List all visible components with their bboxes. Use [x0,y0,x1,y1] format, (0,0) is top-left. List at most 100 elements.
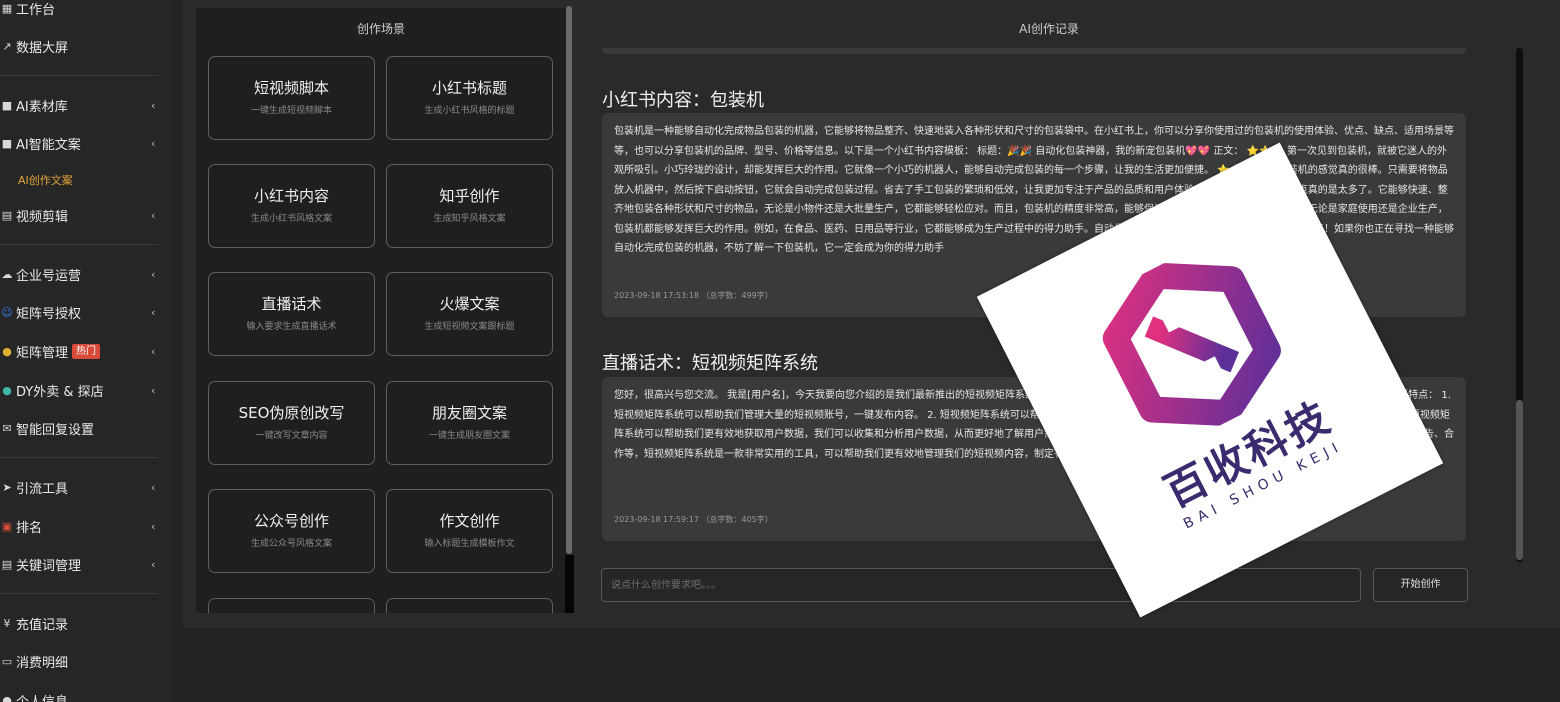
sidebar-item-label: AI素材库 [16,99,68,115]
sidebar-item-label: 引流工具 [16,481,69,497]
sidebar-divider [0,593,158,594]
sidebar-item-workbench[interactable]: ▦ 工作台 [0,0,172,22]
sidebar-item-label: 视频剪辑 [16,209,69,225]
sidebar-item-recharge[interactable]: ¥ 充值记录 [0,609,172,637]
sidebar-item-label: 排名 [16,520,43,536]
sidebar-item-label: 企业号运营 [16,268,82,284]
card-subtitle: 一键生成短视频脚本 [250,106,332,116]
chevron-left-icon: ‹ [151,480,156,494]
scene-card-partial[interactable] [208,598,375,613]
user-icon: ☺ [1,305,13,319]
rank-icon: ▣ [1,519,13,533]
chevron-left-icon: ‹ [151,383,156,397]
chevron-left-icon: ‹ [151,519,156,533]
sidebar-divider [0,244,158,245]
scene-card-seo-rewrite[interactable]: SEO伪原创改写 一键改写文章内容 [208,381,375,465]
scene-card-hot-copy[interactable]: 火爆文案 生成短视频文案跟标题 [386,272,553,356]
chevron-left-icon: ‹ [151,267,156,281]
cloud-icon: ☁ [1,267,13,281]
card-icon: ▭ [1,654,13,668]
card-title: SEO伪原创改写 [238,404,345,422]
sidebar-item-label: AI智能文案 [16,137,81,153]
scene-card-xhs-content[interactable]: 小红书内容 生成小红书风格文案 [208,164,375,248]
prompt-input[interactable] [601,568,1361,602]
folder-icon: ■ [1,98,13,112]
sidebar-item-matrix-auth[interactable]: ☺ 矩阵号授权 ‹ [0,298,172,326]
sidebar-item-ai-materials[interactable]: ■ AI素材库 ‹ [0,91,172,119]
send-icon: ➤ [2,480,12,494]
scene-card-xhs-title[interactable]: 小红书标题 生成小红书风格的标题 [386,56,553,140]
sidebar-item-ranking[interactable]: ▣ 排名 ‹ [0,512,172,540]
sidebar-item-label: 智能回复设置 [16,422,95,438]
scene-card-moments[interactable]: 朋友圈文案 一键生成朋友圈文案 [386,381,553,465]
card-subtitle: 生成公众号风格文案 [250,539,332,549]
record-meta: 2023-09-18 17:53:18 （总字数：499字） [614,291,773,300]
video-icon: ▤ [1,208,13,222]
card-subtitle: 一键生成朋友圈文案 [428,431,510,441]
sidebar-item-dashboard[interactable]: ↗ 数据大屏 [0,32,172,60]
chart-icon: ↗ [2,39,12,53]
card-title: 作文创作 [439,512,500,530]
sidebar-subitem-ai-creation[interactable]: AI创作文案 [18,172,73,188]
chevron-left-icon: ‹ [151,344,156,358]
chevron-left-icon: ‹ [151,305,156,319]
sidebar-item-enterprise[interactable]: ☁ 企业号运营 ‹ [0,260,172,288]
record-scrollbar-thumb[interactable] [1516,400,1523,560]
sidebar-item-matrix-manage[interactable]: ● 矩阵管理 热门 ‹ [0,337,172,365]
sidebar-item-video-edit[interactable]: ▤ 视频剪辑 ‹ [0,201,172,229]
globe-icon: ● [2,383,12,397]
doc-icon: ▤ [1,557,13,571]
sidebar-item-label: 关键词管理 [16,558,82,574]
sidebar-divider [0,457,158,458]
card-subtitle: 生成小红书风格的标题 [424,106,515,116]
card-subtitle: 输入要求生成直播话术 [246,322,337,332]
card-subtitle: 生成小红书风格文案 [250,214,332,224]
chevron-left-icon: ‹ [151,208,156,222]
mail-icon: ✉ [2,421,12,435]
sidebar-item-keywords[interactable]: ▤ 关键词管理 ‹ [0,550,172,578]
sidebar-item-ai-copy[interactable]: ■ AI智能文案 ‹ [0,129,172,157]
sidebar-item-profile[interactable]: ● 个人信息 [0,686,172,702]
desk-icon: ▦ [1,1,13,15]
record-panel-title: AI创作记录 [1019,22,1079,36]
card-subtitle: 生成短视频文案跟标题 [424,322,515,332]
sidebar-item-auto-reply[interactable]: ✉ 智能回复设置 [0,414,172,442]
scene-card-essay[interactable]: 作文创作 输入标题生成模板作文 [386,489,553,573]
card-title: 小红书内容 [253,187,329,205]
sidebar-item-label: 数据大屏 [16,40,69,56]
card-title: 朋友圈文案 [431,404,507,422]
card-subtitle: 生成知乎风格文案 [433,214,506,224]
hot-badge: 热门 [72,343,101,359]
sidebar-item-label: DY外卖 & 探店 [16,384,104,400]
card-subtitle: 一键改写文章内容 [255,431,328,441]
chevron-left-icon: ‹ [151,136,156,150]
card-title: 小红书标题 [431,79,507,97]
chevron-left-icon: ‹ [151,557,156,571]
card-title: 短视频脚本 [253,79,329,97]
folder-icon: ■ [1,136,13,150]
sidebar-item-traffic-tools[interactable]: ➤ 引流工具 ‹ [0,473,172,501]
scene-panel-title: 创作场景 [356,22,405,36]
scene-card-live-script[interactable]: 直播话术 输入要求生成直播话术 [208,272,375,356]
scene-scrollbar[interactable] [566,6,572,554]
sidebar-divider [0,75,158,76]
sidebar-item-dy-takeout[interactable]: ● DY外卖 & 探店 ‹ [0,376,172,404]
scene-panel: 创作场景 短视频脚本 一键生成短视频脚本 小红书标题 生成小红书风格的标题 小红… [196,8,570,613]
person-icon: ● [2,693,12,702]
scene-card-wechat-official[interactable]: 公众号创作 生成公众号风格文案 [208,489,375,573]
coin-icon: ● [2,344,12,358]
sidebar-item-label: 消费明细 [16,655,69,671]
sidebar-item-label: 充值记录 [16,617,69,633]
start-create-button[interactable]: 开始创作 [1373,568,1468,602]
scene-card-short-video-script[interactable]: 短视频脚本 一键生成短视频脚本 [208,56,375,140]
card-subtitle: 输入标题生成模板作文 [424,539,515,549]
record-meta: 2023-09-18 17:59:17 （总字数：405字） [614,515,773,524]
scene-card-partial[interactable] [386,598,553,613]
sidebar-item-consumption[interactable]: ▭ 消费明细 [0,647,172,675]
sidebar-item-label: 矩阵管理 [16,345,69,361]
app-root: ▦ 工作台 ↗ 数据大屏 ■ AI素材库 ‹ ■ AI智能文案 ‹ AI创作文案… [0,0,1560,702]
card-title: 公众号创作 [253,512,329,530]
card-title: 火爆文案 [439,295,500,313]
scene-card-zhihu[interactable]: 知乎创作 生成知乎风格文案 [386,164,553,248]
record-heading: 直播话术：短视频矩阵系统 [602,353,818,374]
